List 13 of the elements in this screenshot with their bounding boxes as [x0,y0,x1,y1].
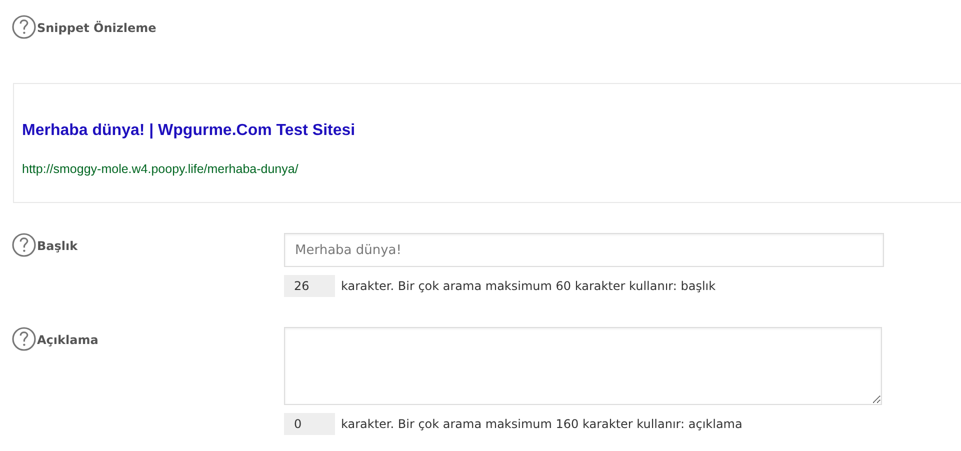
character-hint: karakter. Bir çok arama maksimum 160 karakter kullanır: açıklama [341,417,742,431]
character-count[interactable]: 0 [284,413,335,435]
field-label: Başlık [37,239,78,253]
field-label: Açıklama [37,333,98,347]
preview-url: http://smoggy-mole.w4.poopy.life/merhaba-dunya/ [22,162,298,176]
section-label: Snippet Önizleme [37,21,156,35]
character-hint: karakter. Bir çok arama maksimum 60 karakter kullanır: başlık [341,279,716,293]
preview-title: Merhaba dünya! | Wpgurme.Com Test Sitesi [22,122,356,140]
character-count[interactable]: 26 [284,275,335,297]
help-icon[interactable] [12,15,36,39]
title-input[interactable]: Merhaba dünya! [284,233,884,267]
help-icon[interactable] [12,233,36,257]
help-icon[interactable] [12,327,36,351]
